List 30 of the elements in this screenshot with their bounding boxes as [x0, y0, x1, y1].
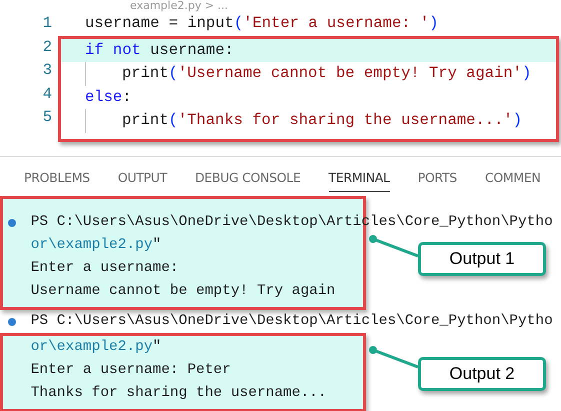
code-line: else: [85, 86, 132, 108]
line-number: 5 [42, 107, 53, 128]
terminal-line: Thanks for sharing the username... [30, 384, 327, 400]
terminal-line: or\example2.py" [30, 236, 162, 252]
command-dot-icon [8, 218, 16, 226]
callout-label: Output 2 [418, 356, 546, 390]
leader-line [368, 234, 418, 260]
code-line: print('Username cannot be empty! Try again') [122, 63, 532, 84]
line-number: 4 [42, 84, 53, 104]
code-line: print('Thanks for sharing the username...') [122, 110, 522, 131]
code-line: username = input('Enter a username: ') [85, 13, 438, 34]
panel-tab[interactable]: PROBLEMS [24, 170, 90, 192]
panel-tab[interactable]: OUTPUT [118, 170, 167, 192]
callout-label: Output 1 [418, 242, 546, 276]
panel-tab[interactable]: DEBUG CONSOLE [194, 170, 301, 192]
terminal-line: or\example2.py" [30, 338, 162, 354]
terminal-line: Username cannot be empty! Try again [30, 282, 336, 298]
line-number: 2 [42, 36, 53, 58]
line-number: 3 [42, 60, 53, 81]
panel-tab[interactable]: COMMEN [484, 170, 541, 192]
terminal-line: Enter a username: Peter [30, 362, 231, 378]
leader-line [368, 344, 418, 370]
line-number: 1 [42, 13, 53, 34]
panel-tab[interactable]: PORTS [418, 170, 457, 192]
panel-tab[interactable]: TERMINAL [328, 170, 390, 192]
code-line: if not username: [85, 40, 234, 60]
breadcrumb[interactable]: example2.py > ... [0, 0, 561, 12]
terminal-line: Enter a username: [30, 260, 179, 276]
terminal-line: PS C:\Users\Asus\OneDrive\Desktop\Articles\Core_Python\Pytho [30, 312, 553, 328]
command-dot-icon [8, 318, 16, 326]
